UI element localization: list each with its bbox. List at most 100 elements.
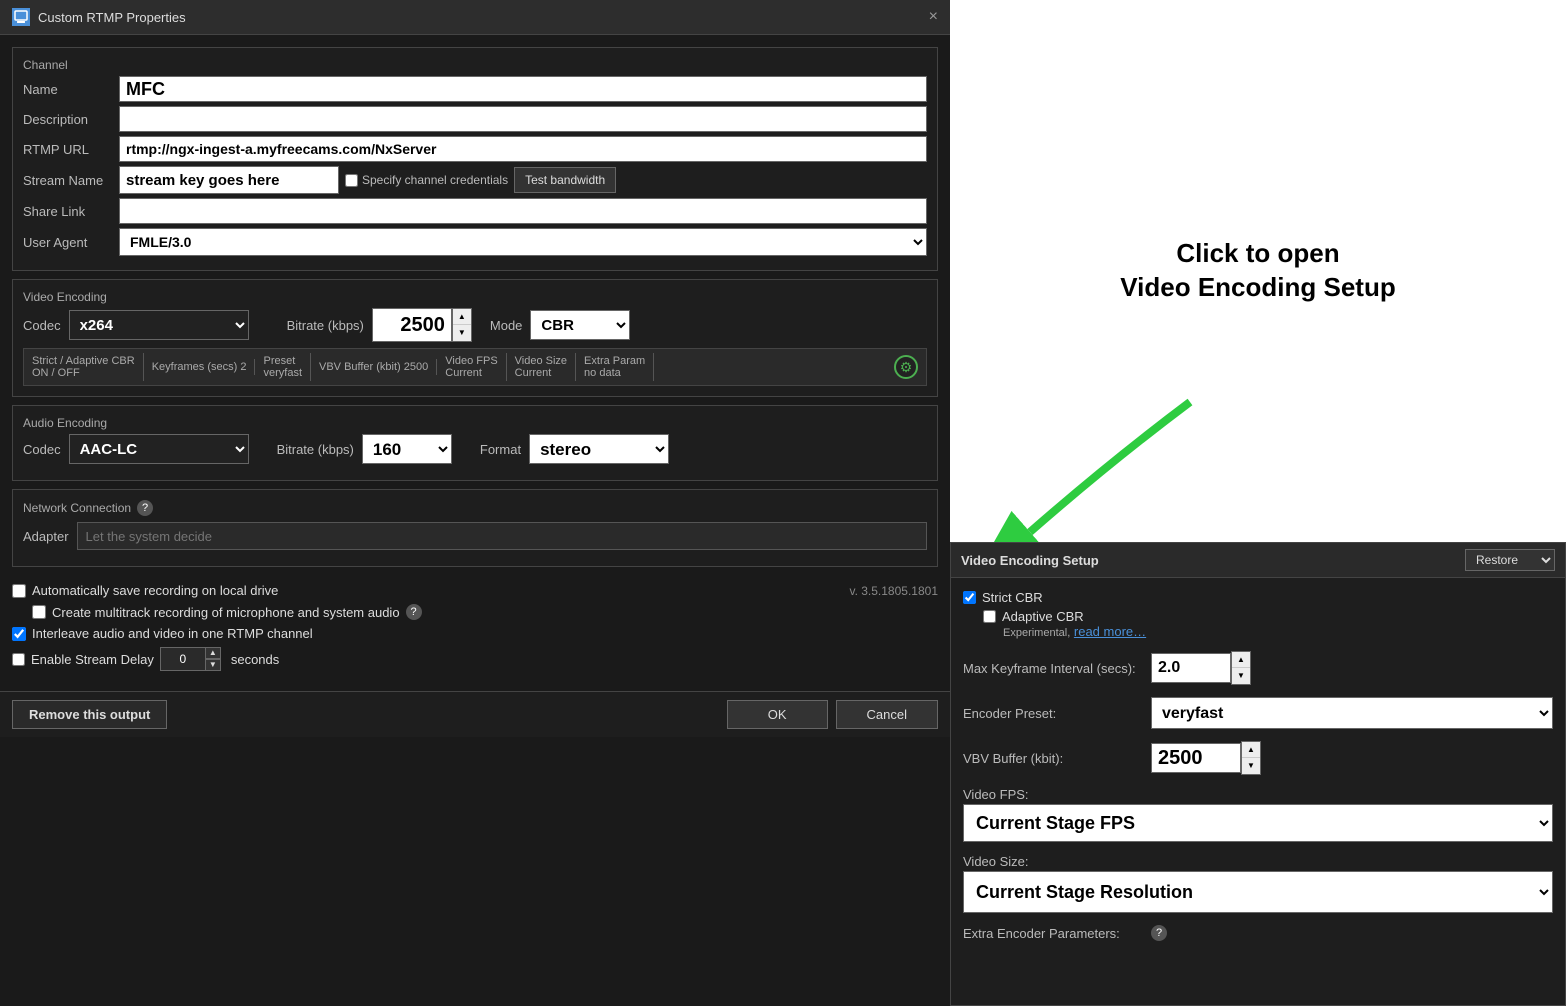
version-text: v. 3.5.1805.1801 (849, 584, 938, 598)
bitrate-spinner-buttons: ▲ ▼ (452, 308, 472, 342)
video-codec-label: Codec (23, 318, 61, 333)
video-size-section: Video Size: Current Stage Resolution 128… (963, 854, 1553, 913)
auto-save-checkbox[interactable] (12, 584, 26, 598)
setup-header: Video Encoding Setup Restore (951, 543, 1565, 578)
bitrate-up-button[interactable]: ▲ (453, 309, 471, 325)
network-section: Network Connection ? Adapter (12, 489, 938, 567)
stream-name-label: Stream Name (23, 173, 113, 188)
strict-cbr-info: Strict / Adaptive CBR ON / OFF (32, 353, 144, 381)
vbv-down-button[interactable]: ▼ (1242, 758, 1260, 774)
extra-params-row: Extra Encoder Parameters: ? (963, 925, 1553, 941)
multitrack-label: Create multitrack recording of microphon… (52, 605, 400, 620)
audio-bitrate-label: Bitrate (kbps) (277, 442, 354, 457)
audio-encoding-section: Audio Encoding Codec AAC-LC MP3 Bitrate … (12, 405, 938, 481)
channel-section: Channel Name Description RTMP URL (12, 47, 938, 271)
restore-select[interactable]: Restore (1465, 549, 1555, 571)
video-fps-select[interactable]: Current Stage FPS 30 60 (963, 804, 1553, 842)
share-link-input[interactable] (119, 198, 927, 224)
name-input[interactable] (119, 76, 927, 102)
adaptive-cbr-checkbox[interactable] (983, 610, 996, 623)
title-bar: Custom RTMP Properties × (0, 0, 950, 35)
keyframe-spinner-buttons: ▲ ▼ (1231, 651, 1251, 685)
keyframe-up-button[interactable]: ▲ (1232, 652, 1250, 668)
dialog-window: Custom RTMP Properties × Channel Name De… (0, 0, 950, 1006)
bitrate-spinner: ▲ ▼ (372, 308, 472, 342)
rtmp-url-input[interactable] (119, 136, 927, 162)
encoder-preset-row: Encoder Preset: ultrafast superfast very… (963, 697, 1553, 729)
size-info: Video Size Current (507, 353, 576, 381)
test-bandwidth-button[interactable]: Test bandwidth (514, 167, 616, 193)
title-bar-left: Custom RTMP Properties (12, 8, 186, 26)
strict-cbr-checkbox[interactable] (963, 591, 976, 604)
read-more-link[interactable]: read more… (1074, 624, 1146, 639)
cancel-button[interactable]: Cancel (836, 700, 938, 729)
vbv-spinner: ▲ ▼ (1151, 741, 1261, 775)
interleave-checkbox[interactable] (12, 627, 26, 641)
multitrack-row: Create multitrack recording of microphon… (32, 604, 938, 620)
keyframe-down-button[interactable]: ▼ (1232, 668, 1250, 684)
enable-delay-label: Enable Stream Delay (31, 652, 154, 667)
remove-output-button[interactable]: Remove this output (12, 700, 167, 729)
right-section: Click to open Video Encoding Setup Video… (950, 0, 1566, 1006)
keyframe-interval-row: Max Keyframe Interval (secs): ▲ ▼ (963, 651, 1553, 685)
description-label: Description (23, 112, 113, 127)
delay-stepper: ▲ ▼ (160, 647, 221, 671)
fps-info: Video FPS Current (437, 353, 506, 381)
audio-codec-label: Codec (23, 442, 61, 457)
share-link-label: Share Link (23, 204, 113, 219)
name-label: Name (23, 82, 113, 97)
delay-stepper-buttons: ▲ ▼ (205, 647, 221, 671)
stream-key-input[interactable] (119, 166, 339, 194)
vbv-buffer-row: VBV Buffer (kbit): ▲ ▼ (963, 741, 1553, 775)
video-fps-section: Video FPS: Current Stage FPS 30 60 (963, 787, 1553, 842)
specify-credentials-label[interactable]: Specify channel credentials (345, 173, 508, 187)
name-row: Name (23, 76, 927, 102)
strict-cbr-section: Strict CBR Adaptive CBR Experimental, re… (963, 590, 1553, 639)
adapter-input[interactable] (77, 522, 927, 550)
adaptive-cbr-label: Adaptive CBR (1002, 609, 1084, 624)
stream-delay-row: Enable Stream Delay ▲ ▼ seconds (12, 647, 938, 671)
ok-button[interactable]: OK (727, 700, 828, 729)
keyframe-interval-input[interactable] (1151, 653, 1231, 683)
format-select[interactable]: mono stereo (529, 434, 669, 464)
bitrate-label: Bitrate (kbps) (287, 318, 364, 333)
audio-bitrate-select[interactable]: 64 96 128 160 192 256 320 (362, 434, 452, 464)
setup-title: Video Encoding Setup (961, 553, 1099, 568)
adaptive-cbr-row: Adaptive CBR Experimental, read more… (983, 609, 1553, 639)
vbv-buffer-input[interactable] (1151, 743, 1241, 773)
format-label: Format (480, 442, 521, 457)
video-size-label-row: Video Size: (963, 854, 1553, 869)
enable-delay-checkbox[interactable] (12, 653, 25, 666)
video-codec-select[interactable]: x264 NVENC H.264 (69, 310, 249, 340)
vbv-spinner-buttons: ▲ ▼ (1241, 741, 1261, 775)
description-input[interactable] (119, 106, 927, 132)
mode-select[interactable]: CBR VBR (530, 310, 630, 340)
close-button[interactable]: × (929, 9, 938, 25)
bitrate-down-button[interactable]: ▼ (453, 325, 471, 341)
delay-input[interactable] (160, 647, 205, 671)
video-size-select[interactable]: Current Stage Resolution 1280x720 1920x1… (963, 871, 1553, 913)
preset-info: Preset veryfast (255, 353, 311, 381)
auto-save-label: Automatically save recording on local dr… (32, 583, 278, 598)
delay-down-button[interactable]: ▼ (205, 659, 221, 671)
vbv-up-button[interactable]: ▲ (1242, 742, 1260, 758)
user-agent-select[interactable]: FMLE/3.0 OBS/1.0 (119, 228, 927, 256)
video-encoding-setup-panel: Video Encoding Setup Restore Strict CBR (950, 542, 1566, 1006)
specify-credentials-checkbox[interactable] (345, 174, 358, 187)
audio-codec-select[interactable]: AAC-LC MP3 (69, 434, 249, 464)
gear-button[interactable]: ⚙ (894, 355, 918, 379)
extra-params-help-icon[interactable]: ? (1151, 925, 1167, 941)
dialog-body: Channel Name Description RTMP URL (0, 35, 950, 691)
setup-body: Strict CBR Adaptive CBR Experimental, re… (951, 578, 1565, 953)
multitrack-checkbox[interactable] (32, 605, 46, 619)
share-link-row: Share Link (23, 198, 927, 224)
experimental-text: Experimental, read more… (1003, 624, 1553, 639)
multitrack-help-icon[interactable]: ? (406, 604, 422, 620)
delay-up-button[interactable]: ▲ (205, 647, 221, 659)
encoder-preset-select[interactable]: ultrafast superfast veryfast faster fast… (1151, 697, 1553, 729)
window-icon (12, 8, 30, 26)
window-title: Custom RTMP Properties (38, 10, 186, 25)
annotation-text: Click to open Video Encoding Setup (1120, 237, 1395, 305)
bitrate-input[interactable] (372, 308, 452, 342)
network-help-icon[interactable]: ? (137, 500, 153, 516)
